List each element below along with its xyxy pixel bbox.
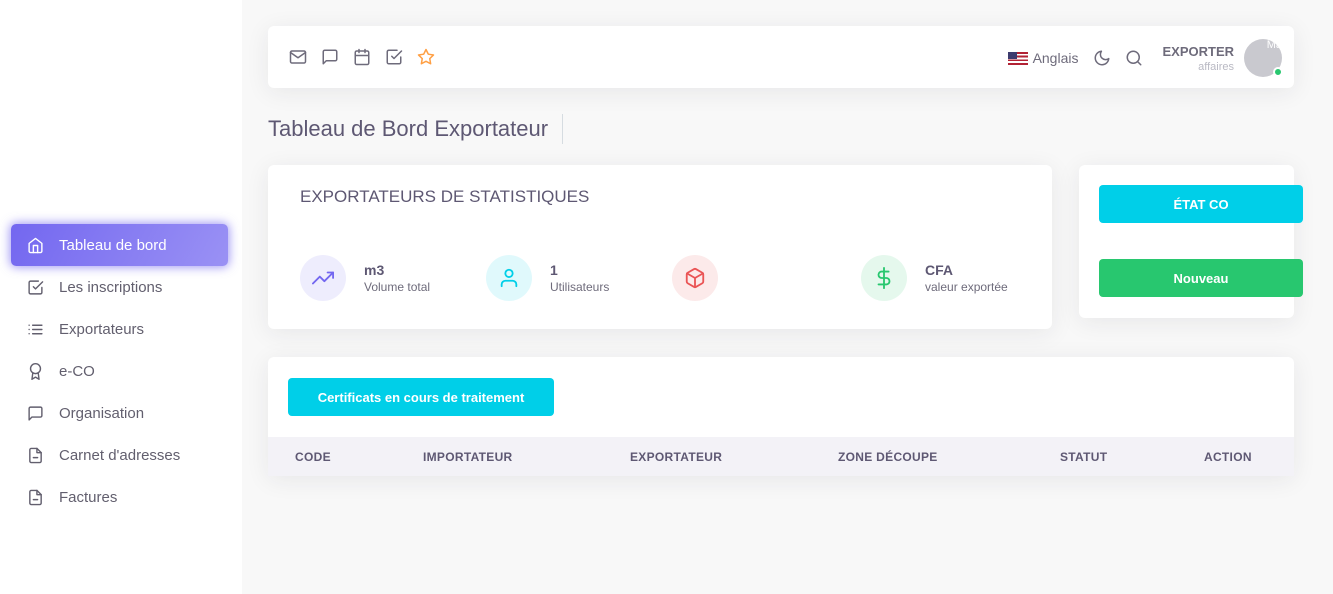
trending-up-icon	[300, 255, 346, 301]
column-header-action[interactable]: ACTION	[1204, 450, 1252, 464]
stat-value-exported: CFA valeur exportée	[861, 255, 1008, 301]
avatar-alt-text: Ma	[1266, 39, 1282, 51]
sidebar-item-label: Exportateurs	[59, 320, 145, 338]
stat-label: Utilisateurs	[550, 280, 610, 294]
award-icon	[25, 361, 45, 381]
language-label: Anglais	[1032, 50, 1079, 66]
user-name: EXPORTER	[1162, 43, 1234, 59]
stat-products	[672, 255, 736, 301]
sidebar-item-label: Les inscriptions	[59, 278, 163, 296]
column-header-statut[interactable]: STATUT	[1060, 450, 1107, 464]
moon-icon[interactable]	[1092, 48, 1112, 68]
search-icon[interactable]	[1124, 48, 1144, 68]
column-header-exportateur[interactable]: EXPORTATEUR	[630, 450, 722, 464]
statistics-card: EXPORTATEURS DE STATISTIQUES m3 Volume t…	[268, 165, 1052, 329]
language-dropdown[interactable]: Anglais	[1007, 50, 1079, 66]
certificates-table-card: Certificats en cours de traitement CODE …	[268, 357, 1294, 476]
stat-volume: m3 Volume total	[300, 255, 430, 301]
check-square-icon[interactable]	[384, 47, 404, 67]
stat-users: 1 Utilisateurs	[486, 255, 609, 301]
sidebar-item-dashboard[interactable]: Tableau de bord	[11, 224, 228, 266]
top-navbar: Anglais EXPORTER affaires Ma	[268, 26, 1294, 88]
sidebar-nav: Tableau de bord Les inscriptions Exporta…	[11, 224, 228, 518]
sidebar: Tableau de bord Les inscriptions Exporta…	[0, 0, 242, 594]
sidebar-item-label: Tableau de bord	[59, 236, 167, 254]
sidebar-item-label: Organisation	[59, 404, 145, 422]
file-text-icon	[25, 487, 45, 507]
table-header: CODE IMPORTATEUR EXPORTATEUR ZONE DÉCOUP…	[268, 437, 1294, 476]
statistics-title: EXPORTATEURS DE STATISTIQUES	[300, 187, 590, 206]
sidebar-item-exportateurs[interactable]: Exportateurs	[11, 308, 228, 350]
stat-label: Volume total	[364, 280, 431, 294]
navbar-bookmarks	[288, 47, 436, 67]
sidebar-item-eco[interactable]: e-CO	[11, 350, 228, 392]
user-icon	[486, 255, 532, 301]
calendar-icon[interactable]	[352, 47, 372, 67]
dollar-sign-icon	[861, 255, 907, 301]
stat-value: CFA	[925, 262, 953, 278]
file-text-icon	[25, 445, 45, 465]
sidebar-item-label: Carnet d'adresses	[59, 446, 181, 464]
new-button[interactable]: Nouveau	[1099, 259, 1303, 297]
etat-co-button[interactable]: ÉTAT CO	[1099, 185, 1303, 223]
page-title: Tableau de Bord Exportateur	[268, 114, 564, 144]
online-status-badge	[1273, 67, 1283, 77]
stat-value: 1	[550, 262, 558, 278]
certificates-in-progress-button[interactable]: Certificats en cours de traitement	[288, 378, 554, 416]
star-icon[interactable]	[416, 47, 436, 67]
home-icon	[25, 235, 45, 255]
sidebar-item-inscriptions[interactable]: Les inscriptions	[11, 266, 228, 308]
sidebar-item-label: Factures	[59, 488, 118, 506]
check-square-icon	[25, 277, 45, 297]
column-header-importateur[interactable]: IMPORTATEUR	[423, 450, 513, 464]
navbar-right: Anglais EXPORTER affaires Ma	[1007, 38, 1283, 78]
message-square-icon[interactable]	[320, 47, 340, 67]
avatar-wrapper[interactable]: Ma	[1244, 39, 1283, 77]
list-icon	[25, 319, 45, 339]
column-header-zone-decoupe[interactable]: ZONE DÉCOUPE	[838, 450, 938, 464]
stat-label: valeur exportée	[925, 280, 1008, 294]
mail-icon[interactable]	[288, 47, 308, 67]
sidebar-item-organisation[interactable]: Organisation	[11, 392, 228, 434]
sidebar-item-carnet[interactable]: Carnet d'adresses	[11, 434, 228, 476]
sidebar-item-label: e-CO	[59, 362, 95, 380]
us-flag-icon	[1007, 51, 1028, 65]
stat-value: m3	[364, 262, 385, 278]
user-info[interactable]: EXPORTER affaires	[1162, 44, 1234, 73]
user-role: affaires	[1198, 60, 1234, 73]
actions-card: ÉTAT CO Nouveau	[1079, 165, 1303, 318]
column-header-code[interactable]: CODE	[295, 450, 331, 464]
sidebar-item-factures[interactable]: Factures	[11, 476, 228, 518]
box-icon	[672, 255, 718, 301]
message-square-icon	[25, 403, 45, 423]
